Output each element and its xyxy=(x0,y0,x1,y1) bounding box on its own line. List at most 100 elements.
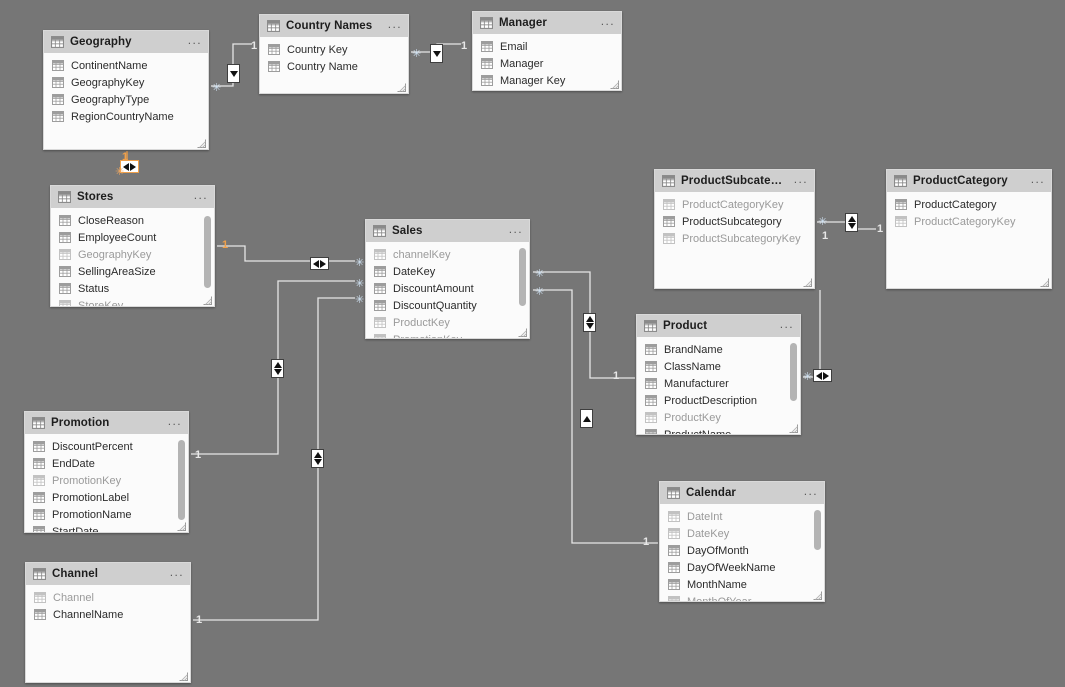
table-card-channel[interactable]: Channel... Channel ChannelName xyxy=(25,562,191,683)
table-field-list-product[interactable]: BrandName ClassName Manufacturer ProductDes… xyxy=(637,337,800,434)
table-scrollbar-calendar[interactable] xyxy=(814,510,821,550)
table-field-list-stores[interactable]: CloseReason EmployeeCount GeographyKey Sell… xyxy=(51,208,214,306)
field-row[interactable]: GeographyKey xyxy=(44,74,208,91)
table-field-list-product-category[interactable]: ProductCategory ProductCategoryKey xyxy=(887,192,1051,288)
table-field-list-calendar[interactable]: DateInt DateKey DayOfMonth DayOfWeekName Mon… xyxy=(660,504,824,601)
field-row[interactable]: ProductSubcategoryKey xyxy=(655,230,814,247)
field-row[interactable]: DiscountAmount xyxy=(366,280,529,297)
field-row[interactable]: Channel xyxy=(26,589,190,606)
table-scrollbar-stores[interactable] xyxy=(204,216,211,288)
table-card-country-names[interactable]: Country Names... Country Key Country Name xyxy=(259,14,409,94)
table-header-calendar[interactable]: Calendar... xyxy=(660,482,824,504)
table-field-list-sales[interactable]: channelKey DateKey DiscountAmount DiscountQ… xyxy=(366,242,529,338)
field-row[interactable]: PromotionLabel xyxy=(25,489,188,506)
field-row[interactable]: StartDate xyxy=(25,523,188,532)
cross-filter-marker-mk-channel-sales[interactable] xyxy=(311,449,324,468)
table-card-product-category[interactable]: ProductCategory... ProductCategory Product… xyxy=(886,169,1052,289)
field-row[interactable]: Email xyxy=(473,38,621,55)
table-header-sales[interactable]: Sales... xyxy=(366,220,529,242)
field-row[interactable]: GeographyKey xyxy=(51,246,214,263)
table-more-options-icon[interactable]: ... xyxy=(1031,173,1045,188)
table-more-options-icon[interactable]: ... xyxy=(780,318,794,333)
field-row[interactable]: Country Name xyxy=(260,58,408,75)
field-row[interactable]: ProductKey xyxy=(637,409,800,426)
table-card-product[interactable]: Product... BrandName ClassName Manufacturer… xyxy=(636,314,801,435)
resize-grip-icon[interactable] xyxy=(803,278,812,287)
field-row[interactable]: DiscountPercent xyxy=(25,438,188,455)
table-card-calendar[interactable]: Calendar... DateInt DateKey DayOfMonth DayOf… xyxy=(659,481,825,602)
field-row[interactable]: ProductCategory xyxy=(887,196,1051,213)
resize-grip-icon[interactable] xyxy=(179,672,188,681)
field-row[interactable]: StoreKey xyxy=(51,297,214,306)
field-row[interactable]: BrandName xyxy=(637,341,800,358)
table-header-geography[interactable]: Geography... xyxy=(44,31,208,53)
field-row[interactable]: PromotionKey xyxy=(366,331,529,338)
field-row[interactable]: GeographyType xyxy=(44,91,208,108)
table-more-options-icon[interactable]: ... xyxy=(794,173,808,188)
table-more-options-icon[interactable]: ... xyxy=(509,223,523,238)
field-row[interactable]: Manager Key xyxy=(473,72,621,89)
cross-filter-marker-mk-sales-calendar[interactable] xyxy=(580,409,593,428)
field-row[interactable]: DateInt xyxy=(660,508,824,525)
table-field-list-channel[interactable]: Channel ChannelName xyxy=(26,585,190,682)
field-row[interactable]: ProductDescription xyxy=(637,392,800,409)
field-row[interactable]: DayOfWeekName xyxy=(660,559,824,576)
field-row[interactable]: RegionCountryName xyxy=(44,108,208,125)
field-row[interactable]: ProductSubcategory xyxy=(655,213,814,230)
table-card-geography[interactable]: Geography... ContinentName GeographyKey Geo… xyxy=(43,30,209,150)
table-header-stores[interactable]: Stores... xyxy=(51,186,214,208)
cross-filter-marker-mk-stores-sales[interactable] xyxy=(310,257,329,270)
field-row[interactable]: DateKey xyxy=(660,525,824,542)
table-header-product-subcategory[interactable]: ProductSubcategory... xyxy=(655,170,814,192)
resize-grip-icon[interactable] xyxy=(1040,278,1049,287)
field-row[interactable]: ProductKey xyxy=(366,314,529,331)
field-row[interactable]: ProductCategoryKey xyxy=(887,213,1051,230)
cross-filter-marker-mk-prod-subcat[interactable] xyxy=(813,369,832,382)
table-header-manager[interactable]: Manager... xyxy=(473,12,621,34)
table-header-product-category[interactable]: ProductCategory... xyxy=(887,170,1051,192)
field-row[interactable]: MonthOfYear xyxy=(660,593,824,601)
resize-grip-icon[interactable] xyxy=(397,83,406,92)
field-row[interactable]: ChannelName xyxy=(26,606,190,623)
cross-filter-marker-mk-country-mgr[interactable] xyxy=(430,44,443,63)
field-row[interactable]: Manufacturer xyxy=(637,375,800,392)
field-row[interactable]: EndDate xyxy=(25,455,188,472)
field-row[interactable]: Status xyxy=(51,280,214,297)
cross-filter-marker-mk-subcat-cat[interactable] xyxy=(845,213,858,232)
table-field-list-geography[interactable]: ContinentName GeographyKey GeographyType Re… xyxy=(44,53,208,149)
field-row[interactable]: MonthName xyxy=(660,576,824,593)
table-card-product-subcategory[interactable]: ProductSubcategory... ProductCategoryKey P… xyxy=(654,169,815,289)
table-header-product[interactable]: Product... xyxy=(637,315,800,337)
model-diagram-canvas[interactable]: Geography... ContinentName GeographyKey Geo… xyxy=(0,0,1065,687)
table-header-promotion[interactable]: Promotion... xyxy=(25,412,188,434)
table-header-country-names[interactable]: Country Names... xyxy=(260,15,408,37)
table-scrollbar-promotion[interactable] xyxy=(178,440,185,520)
table-more-options-icon[interactable]: ... xyxy=(194,189,208,204)
field-row[interactable]: ProductName xyxy=(637,426,800,434)
field-row[interactable]: EmployeeCount xyxy=(51,229,214,246)
table-more-options-icon[interactable]: ... xyxy=(601,15,615,30)
field-row[interactable]: DateKey xyxy=(366,263,529,280)
field-row[interactable]: ContinentName xyxy=(44,57,208,74)
table-field-list-promotion[interactable]: DiscountPercent EndDate PromotionKey Promot… xyxy=(25,434,188,532)
table-more-options-icon[interactable]: ... xyxy=(804,485,818,500)
cross-filter-marker-mk-promo-sales[interactable] xyxy=(271,359,284,378)
field-row[interactable]: ClassName xyxy=(637,358,800,375)
table-more-options-icon[interactable]: ... xyxy=(168,415,182,430)
table-field-list-manager[interactable]: Email Manager Manager Key xyxy=(473,34,621,90)
table-scrollbar-product[interactable] xyxy=(790,343,797,401)
table-field-list-product-subcategory[interactable]: ProductCategoryKey ProductSubcategory Prod… xyxy=(655,192,814,288)
table-more-options-icon[interactable]: ... xyxy=(188,34,202,49)
field-row[interactable]: DiscountQuantity xyxy=(366,297,529,314)
resize-grip-icon[interactable] xyxy=(197,139,206,148)
table-field-list-country-names[interactable]: Country Key Country Name xyxy=(260,37,408,93)
table-more-options-icon[interactable]: ... xyxy=(388,18,402,33)
table-scrollbar-sales[interactable] xyxy=(519,248,526,306)
field-row[interactable]: SellingAreaSize xyxy=(51,263,214,280)
field-row[interactable]: CloseReason xyxy=(51,212,214,229)
field-row[interactable]: PromotionKey xyxy=(25,472,188,489)
table-card-manager[interactable]: Manager... Email Manager Manager Key xyxy=(472,11,622,91)
table-card-promotion[interactable]: Promotion... DiscountPercent EndDate Promot… xyxy=(24,411,189,533)
table-card-stores[interactable]: Stores... CloseReason EmployeeCount Geograp… xyxy=(50,185,215,307)
cross-filter-marker-mk-sales-product[interactable] xyxy=(583,313,596,332)
